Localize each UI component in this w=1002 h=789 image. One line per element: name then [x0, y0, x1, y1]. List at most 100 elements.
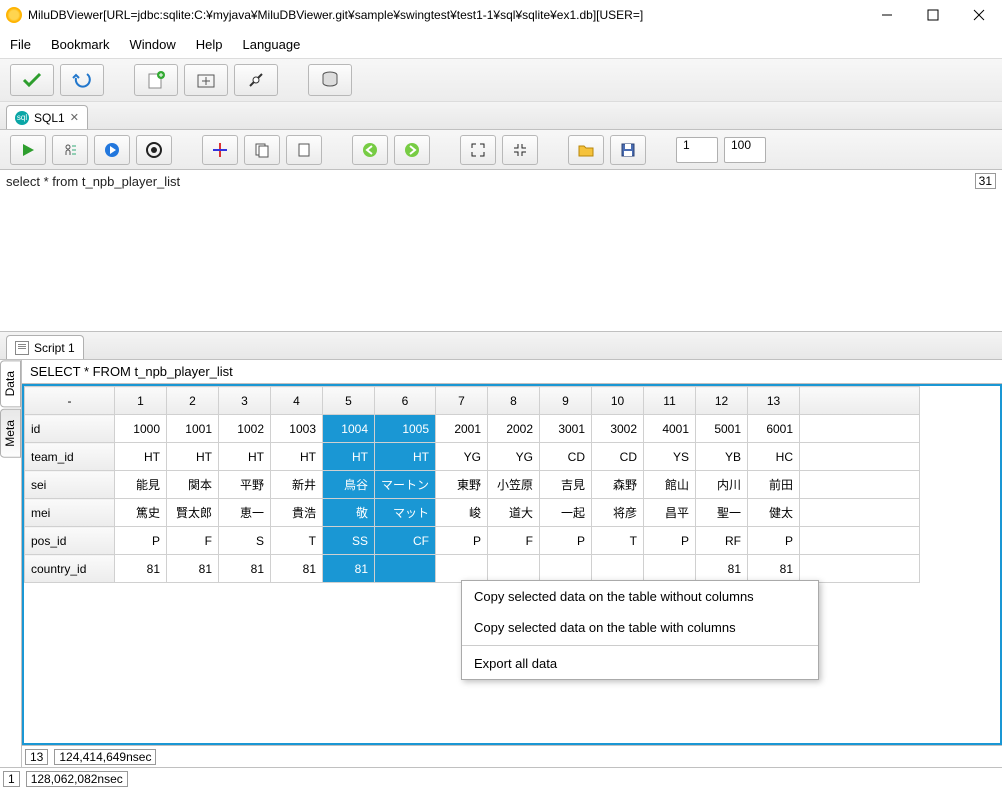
grid-cell[interactable]: CD	[540, 443, 592, 471]
grid-cell[interactable]: CD	[592, 443, 644, 471]
grid-cell[interactable]: S	[219, 527, 271, 555]
grid-cell[interactable]: 81	[271, 555, 323, 583]
grid-cell[interactable]: 81	[696, 555, 748, 583]
sql-editor[interactable]: select * from t_npb_player_list 31	[0, 170, 1002, 332]
page-to-input[interactable]: 100	[724, 137, 766, 163]
grid-cell[interactable]: P	[436, 527, 488, 555]
row-header[interactable]: mei	[25, 499, 115, 527]
record-button[interactable]	[136, 135, 172, 165]
col-header[interactable]: 5	[323, 387, 375, 415]
grid-cell[interactable]: 81	[167, 555, 219, 583]
grid-cell[interactable]: 1004	[323, 415, 375, 443]
ctx-copy-with-columns[interactable]: Copy selected data on the table with col…	[462, 612, 818, 643]
grid-cell[interactable]: CF	[375, 527, 436, 555]
run-button[interactable]	[10, 135, 46, 165]
commit-button[interactable]	[10, 64, 54, 96]
grid-cell[interactable]: 敬	[323, 499, 375, 527]
grid-cell[interactable]	[375, 555, 436, 583]
grid-cell[interactable]: 将彦	[592, 499, 644, 527]
row-header[interactable]: id	[25, 415, 115, 443]
grid-cell[interactable]: 峻	[436, 499, 488, 527]
minimize-button[interactable]	[864, 0, 910, 30]
grid-cell[interactable]: 道大	[488, 499, 540, 527]
side-tab-meta[interactable]: Meta	[0, 409, 21, 458]
col-header[interactable]: 6	[375, 387, 436, 415]
maximize-button[interactable]	[910, 0, 956, 30]
grid-cell[interactable]: HT	[115, 443, 167, 471]
grid-cell[interactable]: HT	[167, 443, 219, 471]
grid-cell[interactable]: HT	[375, 443, 436, 471]
grid-cell[interactable]: T	[592, 527, 644, 555]
menu-file[interactable]: File	[10, 37, 31, 52]
save-button[interactable]	[610, 135, 646, 165]
menu-window[interactable]: Window	[129, 37, 175, 52]
col-header[interactable]: 11	[644, 387, 696, 415]
copy-button[interactable]	[244, 135, 280, 165]
grid-cell[interactable]: P	[644, 527, 696, 555]
row-header[interactable]: pos_id	[25, 527, 115, 555]
grid-cell[interactable]: 新井	[271, 471, 323, 499]
ctx-copy-no-columns[interactable]: Copy selected data on the table without …	[462, 581, 818, 612]
grid-cell[interactable]	[592, 555, 644, 583]
grid-cell[interactable]: 2002	[488, 415, 540, 443]
grid-cell[interactable]: P	[540, 527, 592, 555]
next-button[interactable]	[394, 135, 430, 165]
rollback-button[interactable]	[60, 64, 104, 96]
open-button[interactable]	[568, 135, 604, 165]
page-from-input[interactable]: 1	[676, 137, 718, 163]
col-header[interactable]: 1	[115, 387, 167, 415]
grid-cell[interactable]: HT	[219, 443, 271, 471]
col-header[interactable]: 2	[167, 387, 219, 415]
col-header[interactable]: 4	[271, 387, 323, 415]
new-file-button[interactable]	[134, 64, 178, 96]
grid-cell[interactable]: HT	[323, 443, 375, 471]
grid-cell[interactable]: 関本	[167, 471, 219, 499]
grid-cell[interactable]: F	[488, 527, 540, 555]
grid-cell[interactable]: YB	[696, 443, 748, 471]
ctx-export-all[interactable]: Export all data	[462, 648, 818, 679]
tab-sql1[interactable]: sql SQL1 ✕	[6, 105, 88, 129]
grid-cell[interactable]: 一起	[540, 499, 592, 527]
close-button[interactable]	[956, 0, 1002, 30]
grid-cell[interactable]: YG	[436, 443, 488, 471]
grid-cell[interactable]: HT	[271, 443, 323, 471]
grid-cell[interactable]	[644, 555, 696, 583]
grid-cell[interactable]: 81	[748, 555, 800, 583]
grid-cell[interactable]: 2001	[436, 415, 488, 443]
grid-cell[interactable]: 6001	[748, 415, 800, 443]
grid-cell[interactable]: 健太	[748, 499, 800, 527]
grid-cell[interactable]: 1003	[271, 415, 323, 443]
grid-cell[interactable]: 81	[115, 555, 167, 583]
row-header[interactable]: team_id	[25, 443, 115, 471]
connection-button[interactable]	[234, 64, 278, 96]
col-header[interactable]: 8	[488, 387, 540, 415]
col-header[interactable]: 12	[696, 387, 748, 415]
grid-cell[interactable]: 小笠原	[488, 471, 540, 499]
grid-cell[interactable]: 能見	[115, 471, 167, 499]
grid-cell[interactable]: 賢太郎	[167, 499, 219, 527]
grid-cell[interactable]: 81	[219, 555, 271, 583]
database-button[interactable]	[308, 64, 352, 96]
result-grid[interactable]: -12345678910111213id10001001100210031004…	[24, 386, 920, 583]
grid-cell[interactable]: 館山	[644, 471, 696, 499]
grid-cell[interactable]: F	[167, 527, 219, 555]
grid-cell[interactable]: 恵一	[219, 499, 271, 527]
close-icon[interactable]: ✕	[70, 111, 79, 124]
grid-cell[interactable]	[488, 555, 540, 583]
col-header[interactable]: 3	[219, 387, 271, 415]
grid-cell[interactable]	[436, 555, 488, 583]
grid-cell[interactable]: 昌平	[644, 499, 696, 527]
grid-cell[interactable]: 東野	[436, 471, 488, 499]
grid-cell[interactable]: HC	[748, 443, 800, 471]
menu-language[interactable]: Language	[242, 37, 300, 52]
grid-cell[interactable]: 3001	[540, 415, 592, 443]
grid-cell[interactable]	[540, 555, 592, 583]
paste-button[interactable]	[286, 135, 322, 165]
menu-bookmark[interactable]: Bookmark	[51, 37, 110, 52]
col-header-corner[interactable]: -	[25, 387, 115, 415]
grid-cell[interactable]: 81	[323, 555, 375, 583]
col-header[interactable]: 9	[540, 387, 592, 415]
grid-cell[interactable]: 吉見	[540, 471, 592, 499]
new-tab-button[interactable]	[184, 64, 228, 96]
side-tab-data[interactable]: Data	[0, 360, 21, 407]
